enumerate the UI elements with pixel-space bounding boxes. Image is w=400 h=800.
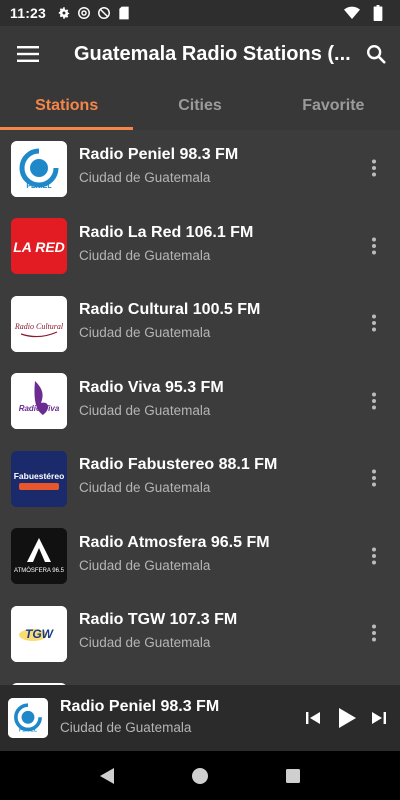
station-row[interactable]: PENIEL Radio Peniel 98.3 FM Ciudad de Gu… [0, 130, 400, 208]
station-logo: LA RED [11, 218, 67, 275]
player-station-city: Ciudad de Guatemala [60, 720, 192, 735]
station-city: Ciudad de Guatemala [79, 635, 211, 650]
more-vert-icon[interactable] [362, 311, 386, 335]
station-row[interactable]: Radio Cultural Radio Cultural 100.5 FM C… [0, 285, 400, 363]
station-city: Ciudad de Guatemala [79, 402, 211, 418]
player-logo: PENIEL [8, 698, 48, 738]
station-logo: Radio Viva [11, 373, 67, 430]
station-list: PENIEL Radio Peniel 98.3 FM Ciudad de Gu… [0, 130, 400, 685]
more-vert-icon[interactable] [362, 466, 386, 490]
svg-text:PENIEL: PENIEL [19, 728, 37, 734]
status-bar: 11:23 [0, 0, 400, 26]
app-bar: Guatemala Radio Stations (... [0, 26, 400, 82]
station-row[interactable]: LA RED Radio La Red 106.1 FM Ciudad de G… [0, 208, 400, 286]
play-icon[interactable] [335, 706, 359, 730]
mini-player[interactable]: PENIEL Radio Peniel 98.3 FM Ciudad de Gu… [0, 685, 400, 751]
more-vert-icon[interactable] [362, 544, 386, 568]
wifi-icon [344, 5, 360, 21]
back-icon[interactable] [95, 764, 119, 788]
battery-icon [370, 5, 386, 21]
gear-icon [56, 5, 72, 21]
station-city: Ciudad de Guatemala [79, 480, 211, 495]
station-city: Ciudad de Guatemala [79, 247, 211, 263]
more-vert-icon[interactable] [362, 389, 386, 413]
station-name: Radio Atmosfera 96.5 FM [79, 533, 270, 551]
station-city: Ciudad de Guatemala [79, 170, 211, 185]
station-logo: TGW [11, 605, 67, 662]
tab-cities[interactable]: Cities [133, 82, 266, 130]
sd-card-icon [116, 5, 132, 21]
svg-text:Radio Viva: Radio Viva [19, 404, 60, 413]
station-name: Radio Viva 95.3 FM [79, 378, 224, 396]
station-row[interactable]: Fabuestéreo Radio Fabustereo 88.1 FM Ciu… [0, 440, 400, 518]
svg-text:LA RED: LA RED [13, 239, 65, 255]
station-city: Ciudad de Guatemala [79, 557, 211, 573]
hamburger-menu-icon[interactable] [0, 26, 56, 82]
station-name: Radio Fabustereo 88.1 FM [79, 456, 278, 473]
station-city: Ciudad de Guatemala [79, 325, 211, 340]
search-icon[interactable] [352, 26, 400, 82]
svg-text:ATMÓSFERA 96.5: ATMÓSFERA 96.5 [14, 567, 65, 574]
home-icon[interactable] [188, 764, 212, 788]
page-title: Guatemala Radio Stations (... [74, 42, 351, 65]
more-vert-icon[interactable] [362, 621, 386, 645]
svg-text:Fabuestéreo: Fabuestéreo [14, 471, 65, 481]
at-sign-icon [76, 5, 92, 21]
station-row[interactable]: TGW Radio TGW 107.3 FM Ciudad de Guatema… [0, 595, 400, 673]
station-logo: ATMÓSFERA 96.5 [11, 528, 67, 585]
more-vert-icon[interactable] [362, 234, 386, 258]
svg-text:Radio Cultural: Radio Cultural [14, 322, 64, 331]
tab-favorite[interactable]: Favorite [267, 82, 400, 130]
station-logo: PENIEL [11, 140, 67, 197]
tab-stations[interactable]: Stations [0, 82, 134, 130]
station-name: Radio Peniel 98.3 FM [79, 146, 239, 163]
station-name: Radio Cultural 100.5 FM [79, 301, 261, 318]
no-entry-icon [96, 5, 112, 21]
station-name: Radio TGW 107.3 FM [79, 611, 238, 628]
svg-text:PENIEL: PENIEL [26, 183, 52, 190]
station-row[interactable]: ATMÓSFERA 96.5 Radio Atmosfera 96.5 FM C… [0, 518, 400, 596]
station-name: Radio La Red 106.1 FM [79, 223, 254, 241]
more-vert-icon[interactable] [362, 156, 386, 180]
system-nav-bar [0, 751, 400, 800]
station-row-partial[interactable] [0, 673, 400, 685]
station-row[interactable]: Radio Viva Radio Viva 95.3 FM Ciudad de … [0, 363, 400, 441]
svg-text:TGW: TGW [25, 627, 55, 641]
skip-next-icon[interactable] [367, 706, 391, 730]
status-time: 11:23 [10, 5, 47, 21]
skip-previous-icon[interactable] [301, 706, 325, 730]
station-logo: Fabuestéreo [11, 450, 67, 507]
tab-bar: Stations Cities Favorite [0, 82, 400, 130]
recents-icon[interactable] [281, 764, 305, 788]
player-station-name: Radio Peniel 98.3 FM [60, 698, 220, 715]
station-logo: Radio Cultural [11, 295, 67, 352]
